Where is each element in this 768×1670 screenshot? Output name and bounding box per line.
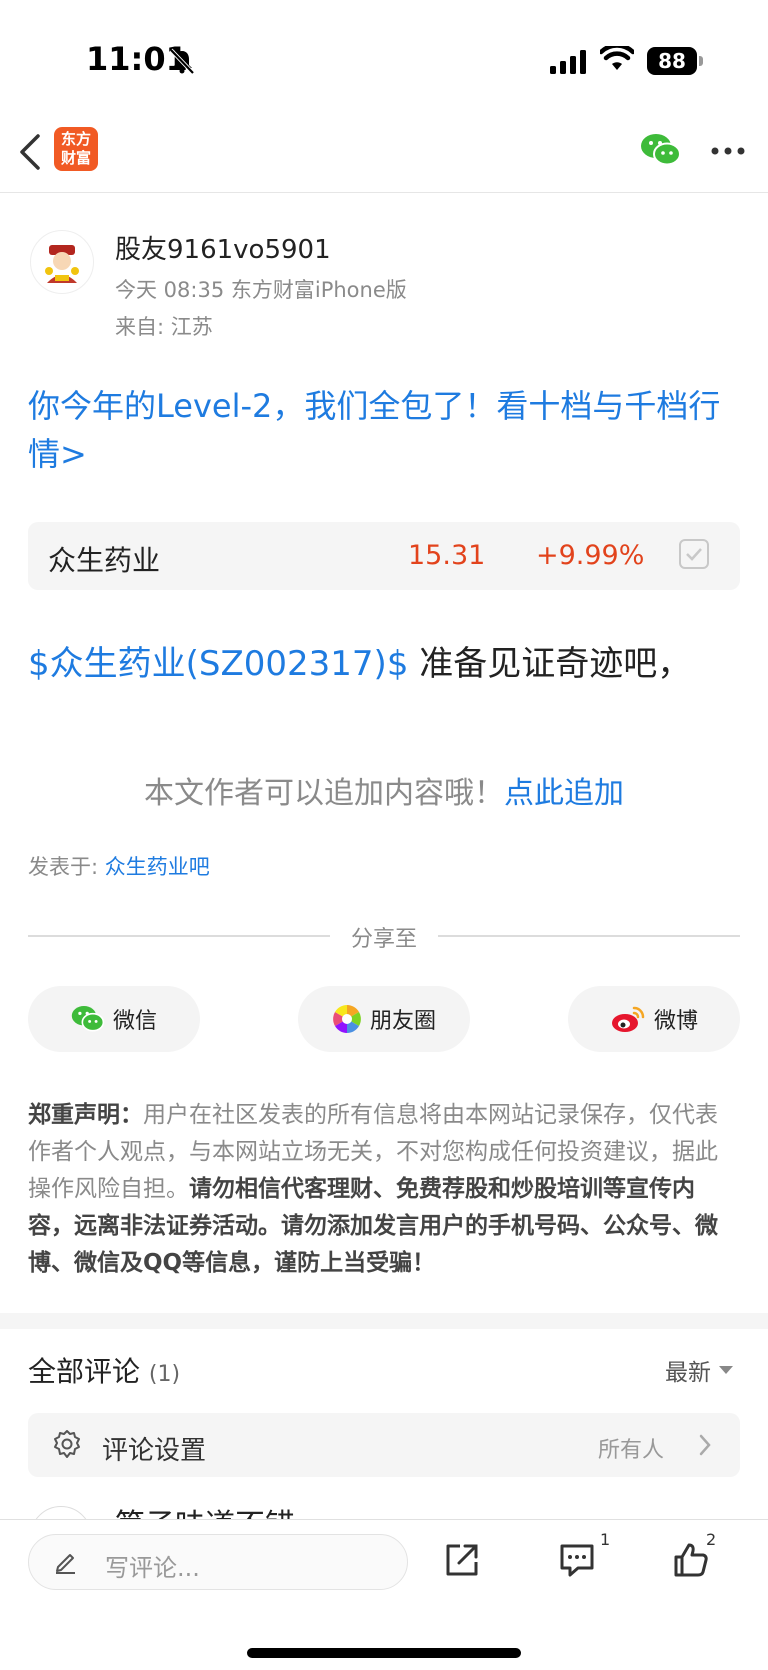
add-watchlist-checkbox[interactable] <box>679 539 709 569</box>
more-options-icon[interactable] <box>710 146 746 156</box>
posted-in-label: 发表于: <box>28 855 105 879</box>
home-indicator[interactable] <box>247 1648 521 1658</box>
comment-count-badge: 1 <box>600 1530 611 1549</box>
section-gap <box>0 1313 768 1329</box>
share-moments-button[interactable]: 朋友圈 <box>298 986 470 1052</box>
share-wechat-label: 微信 <box>112 1009 157 1034</box>
share-weibo-label: 微博 <box>653 1009 698 1034</box>
stock-quote-card[interactable]: 众生药业 15.31 +9.99% <box>28 522 740 590</box>
stock-change: +9.99% <box>536 540 645 571</box>
comment-settings-label: 评论设置 <box>102 1436 207 1466</box>
comments-title-label: 全部评论 <box>28 1355 141 1388</box>
share-icon[interactable] <box>444 1542 480 1578</box>
comment-sort-select[interactable]: 最新 <box>665 1353 733 1387</box>
gear-icon <box>54 1430 80 1458</box>
share-weibo-button[interactable]: 微博 <box>568 986 740 1052</box>
logo-line-2: 财富 <box>60 149 91 167</box>
forum-link[interactable]: 众生药业吧 <box>105 855 210 879</box>
like-count-badge: 2 <box>706 1530 717 1549</box>
stock-price: 15.31 <box>408 540 486 571</box>
nav-bar: 东方 财富 <box>0 112 768 193</box>
share-moments-label: 朋友圈 <box>369 1009 436 1034</box>
post-body: $众生药业(SZ002317)$ 准备见证奇迹吧， <box>28 636 691 685</box>
disclaimer-label: 郑重声明： <box>28 1102 143 1128</box>
comments-count: (1) <box>148 1362 181 1387</box>
status-bar: 11:01 88 <box>0 0 768 110</box>
comment-sort-label: 最新 <box>665 1360 711 1386</box>
logo-line-1: 东方 <box>60 130 91 148</box>
wechat-share-icon[interactable] <box>640 132 682 168</box>
pencil-icon <box>56 1554 75 1574</box>
share-divider-right <box>438 935 740 937</box>
comment-icon[interactable] <box>558 1542 596 1578</box>
comments-title: 全部评论 (1) <box>28 1350 180 1390</box>
chevron-right-icon <box>699 1434 711 1456</box>
battery-tip <box>699 56 703 66</box>
cellular-signal-icon <box>550 50 586 74</box>
caret-down-icon <box>719 1366 733 1374</box>
post-origin: 来自: 江苏 <box>115 315 213 339</box>
write-comment-input[interactable]: 写评论... <box>28 1534 408 1590</box>
commenter-avatar <box>30 1506 92 1520</box>
wifi-icon <box>600 46 634 70</box>
bell-muted-icon <box>169 48 195 75</box>
back-arrow-icon[interactable] <box>18 132 42 172</box>
append-hint: 本文作者可以追加内容哦！点此追加 <box>0 768 768 812</box>
comment-preview[interactable]: 笋子味道不错 <box>0 1492 768 1520</box>
wechat-icon <box>71 1006 105 1032</box>
post-text: 准备见证奇迹吧， <box>408 644 692 684</box>
stock-name: 众生药业 <box>48 544 161 577</box>
comment-preview-text: 笋子味道不错 <box>115 1500 295 1520</box>
write-comment-placeholder: 写评论... <box>105 1554 200 1582</box>
post-page: 11:01 88 东方 财富 股友9161vo5901 今天 08:35 东方财… <box>0 0 768 1670</box>
stock-tag-link[interactable]: $众生药业(SZ002317)$ <box>28 644 408 684</box>
bottom-action-bar: 写评论... 1 2 <box>0 1519 768 1670</box>
comment-settings-value: 所有人 <box>598 1438 665 1463</box>
posted-in: 发表于: 众生药业吧 <box>28 851 210 881</box>
weibo-icon <box>611 1006 645 1032</box>
battery-indicator: 88 <box>647 47 697 75</box>
append-link[interactable]: 点此追加 <box>504 776 624 811</box>
author-avatar[interactable] <box>30 230 94 294</box>
share-wechat-button[interactable]: 微信 <box>28 986 200 1052</box>
level2-promo-link[interactable]: 你今年的Level-2，我们全包了！看十档与千档行情> <box>28 382 740 478</box>
moments-icon <box>333 1005 361 1033</box>
disclaimer: 郑重声明：用户在社区发表的所有信息将由本网站记录保存，仅代表作者个人观点，与本网… <box>28 1097 740 1282</box>
comment-settings-row[interactable]: 评论设置 所有人 <box>28 1413 740 1477</box>
append-hint-text: 本文作者可以追加内容哦！ <box>144 776 504 811</box>
share-title: 分享至 <box>350 927 417 952</box>
app-logo[interactable]: 东方 财富 <box>54 127 98 171</box>
post-meta: 今天 08:35 东方财富iPhone版 <box>115 278 407 302</box>
thumbs-up-icon[interactable] <box>672 1542 710 1578</box>
share-divider-left <box>28 935 330 937</box>
author-name[interactable]: 股友9161vo5901 <box>115 229 331 266</box>
